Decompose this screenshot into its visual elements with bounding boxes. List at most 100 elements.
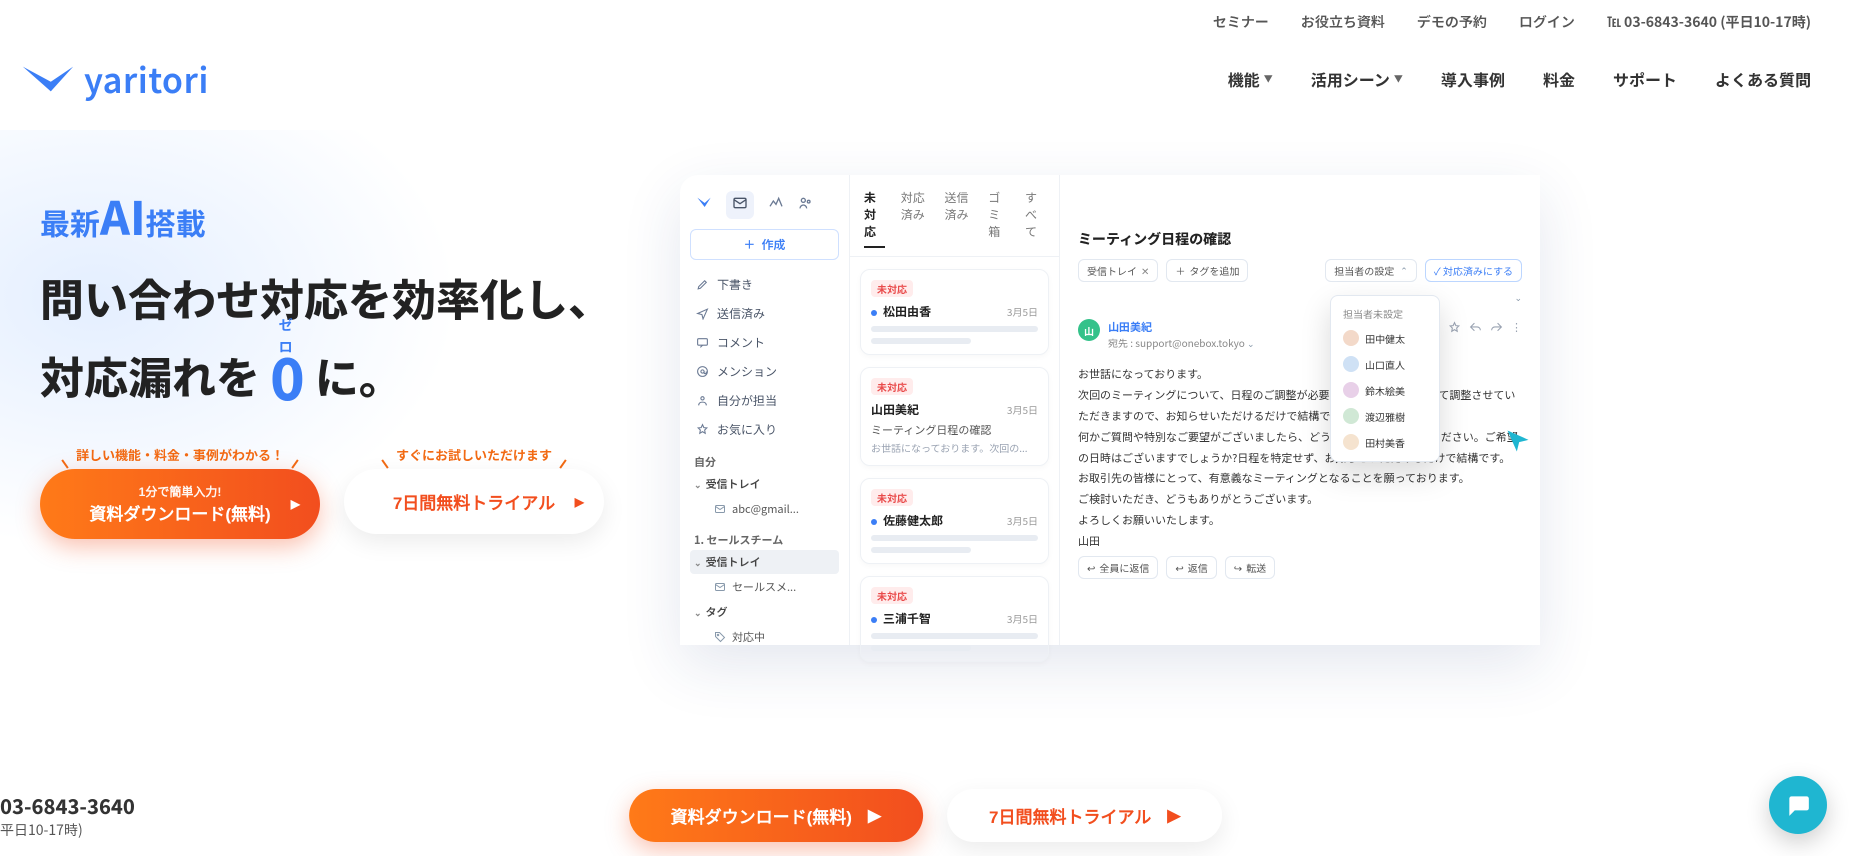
side-team-email[interactable]: セールスメ... xyxy=(710,574,839,600)
chat-icon xyxy=(1785,792,1811,818)
compose-button[interactable]: ＋作成 xyxy=(690,229,839,260)
mail-item[interactable]: 未対応 松田由香3月5日 xyxy=(860,269,1049,355)
chevron-down-icon: ⌄ xyxy=(694,478,702,491)
close-icon[interactable]: ✕ xyxy=(1141,263,1149,278)
forward-icon[interactable] xyxy=(1490,321,1503,334)
tab-pending[interactable]: 未対応 xyxy=(864,189,885,248)
sender-avatar: 山 xyxy=(1078,319,1100,341)
mail-list: 未対応 対応済み 送信済み ゴミ箱 すべて 未対応 松田由香3月5日 未対応 山… xyxy=(850,175,1060,645)
cta-hint-trial: すぐにお試しいただけます xyxy=(396,445,552,464)
nav-faq[interactable]: よくある質問 xyxy=(1715,67,1811,91)
star-icon xyxy=(696,423,709,436)
dropdown-header: 担当者未設定 xyxy=(1337,302,1433,325)
nav-seminar[interactable]: セミナー xyxy=(1213,12,1269,32)
chevron-down-icon: ▼ xyxy=(1394,72,1403,85)
assignee-option[interactable]: 田村美香 xyxy=(1337,429,1433,455)
chevron-down-icon: ⌄ xyxy=(694,606,702,619)
mail-item[interactable]: 未対応 山田美紀3月5日 ミーティング日程の確認 お世話になっております。次回の… xyxy=(860,367,1049,466)
hero-badge: 最新AI搭載 xyxy=(40,183,640,249)
detail-tag-inbox[interactable]: 受信トレイ✕ xyxy=(1078,259,1158,282)
side-comments[interactable]: コメント xyxy=(690,328,839,357)
detail-subject: ミーティング日程の確認 xyxy=(1078,229,1522,249)
detail-add-tag[interactable]: ＋ タグを追加 xyxy=(1166,259,1248,282)
chevron-down-icon[interactable]: ⌄ xyxy=(1514,291,1522,304)
nav-support[interactable]: サポート xyxy=(1613,67,1677,91)
app-sidebar: ＋作成 下書き 送信済み コメント メンション 自分が担当 お気に入り 自分 ⌄… xyxy=(680,175,850,645)
side-drafts[interactable]: 下書き xyxy=(690,270,839,299)
header: yaritori 機能▼ 活用シーン▼ 導入事例 料金 サポート よくある質問 xyxy=(0,32,1851,123)
reply-all-button[interactable]: ↩ 全員に返信 xyxy=(1078,556,1158,579)
cta-hint-download: 詳しい機能・料金・事例がわかる！ xyxy=(76,445,284,464)
side-mentions[interactable]: メンション xyxy=(690,357,839,386)
side-team-inbox[interactable]: ⌄受信トレイ xyxy=(690,550,839,574)
tag-icon xyxy=(714,631,726,643)
reply-button[interactable]: ↩ 返信 xyxy=(1166,556,1216,579)
floating-cta-bar: 資料ダウンロード(無料)▶ 7日間無料トライアル▶ xyxy=(629,789,1223,842)
more-icon[interactable]: ⋮ xyxy=(1511,319,1522,335)
mail-icon xyxy=(714,503,726,515)
floating-download-button[interactable]: 資料ダウンロード(無料)▶ xyxy=(629,789,923,842)
cursor-icon xyxy=(1504,427,1532,455)
assignee-dropdown: 担当者未設定 田中健太 山口直人 鈴木絵美 渡辺雅樹 田村美香 xyxy=(1330,295,1440,462)
forward-button[interactable]: ↪ 転送 xyxy=(1225,556,1275,579)
floating-trial-button[interactable]: 7日間無料トライアル▶ xyxy=(947,789,1222,842)
assignee-option[interactable]: 渡辺雅樹 xyxy=(1337,403,1433,429)
side-favorites[interactable]: お気に入り xyxy=(690,415,839,444)
assignee-option[interactable]: 山口直人 xyxy=(1337,351,1433,377)
hero-headline: 問い合わせ対応を効率化し、 対応漏れを ゼロ0 に。 xyxy=(40,263,640,421)
mail-icon xyxy=(714,581,726,593)
side-sent[interactable]: 送信済み xyxy=(690,299,839,328)
brand-name: yaritori xyxy=(84,54,209,103)
nav-tel: ℡ 03-6843-3640 (平日10-17時) xyxy=(1607,12,1811,32)
tab-all[interactable]: すべて xyxy=(1025,189,1045,248)
assignee-dropdown-button[interactable]: 担当者の設定⌃ xyxy=(1325,259,1417,282)
mail-icon[interactable] xyxy=(726,191,754,219)
reply-icon[interactable] xyxy=(1469,321,1482,334)
arrow-right-icon: ▶ xyxy=(291,497,300,511)
people-icon[interactable] xyxy=(798,195,814,215)
free-trial-button[interactable]: 7日間無料トライアル ▶ xyxy=(344,469,604,534)
side-self-inbox[interactable]: ⌄受信トレイ xyxy=(690,472,839,496)
chevron-up-icon: ⌃ xyxy=(1400,264,1408,277)
nav-scenes[interactable]: 活用シーン▼ xyxy=(1311,67,1403,91)
chevron-down-icon[interactable]: ⌄ xyxy=(1247,337,1255,350)
nav-resources[interactable]: お役立ち資料 xyxy=(1301,12,1385,32)
side-self-email[interactable]: abc@gmail... xyxy=(710,496,839,522)
mail-item[interactable]: 未対応 三浦千智3月5日 xyxy=(860,576,1049,662)
side-team-label: 1. セールスチーム xyxy=(694,532,839,548)
analytics-icon[interactable] xyxy=(768,195,784,215)
brand-logo[interactable]: yaritori xyxy=(20,54,209,103)
assignee-option[interactable]: 鈴木絵美 xyxy=(1337,377,1433,403)
utility-nav: セミナー お役立ち資料 デモの予約 ログイン ℡ 03-6843-3640 (平… xyxy=(0,0,1851,32)
nav-login[interactable]: ログイン xyxy=(1519,12,1575,32)
assignee-option[interactable]: 田中健太 xyxy=(1337,325,1433,351)
side-mine[interactable]: 自分が担当 xyxy=(690,386,839,415)
arrow-right-icon: ▶ xyxy=(868,806,881,826)
detail-from: 山田美紀 xyxy=(1108,319,1255,335)
mark-done-button[interactable]: ✓ 対応済みにする xyxy=(1425,259,1522,282)
tab-sent[interactable]: 送信済み xyxy=(944,189,972,248)
mail-item[interactable]: 未対応 佐藤健太郎3月5日 xyxy=(860,478,1049,564)
side-tags[interactable]: ⌄タグ xyxy=(690,600,839,624)
chat-widget-button[interactable] xyxy=(1769,776,1827,834)
side-section-self: 自分 xyxy=(694,454,839,470)
tab-trash[interactable]: ゴミ箱 xyxy=(988,189,1009,248)
send-icon xyxy=(696,307,709,320)
mail-tabs: 未対応 対応済み 送信済み ゴミ箱 すべて xyxy=(850,175,1059,257)
chevron-down-icon: ▼ xyxy=(1264,72,1273,85)
nav-demo[interactable]: デモの予約 xyxy=(1417,12,1487,32)
detail-to: 宛先 : support@onebox.tokyo ⌄ xyxy=(1108,335,1255,350)
status-chip: 未対応 xyxy=(871,587,913,604)
mail-detail: ミーティング日程の確認 受信トレイ✕ ＋ タグを追加 担当者の設定⌃ ✓ 対応済… xyxy=(1060,175,1540,645)
nav-pricing[interactable]: 料金 xyxy=(1543,67,1575,91)
download-docs-button[interactable]: 1分で簡単入力! 資料ダウンロード(無料) ▶ xyxy=(40,469,320,539)
nav-features[interactable]: 機能▼ xyxy=(1228,67,1273,91)
tab-done[interactable]: 対応済み xyxy=(901,189,929,248)
side-tag-item[interactable]: 対応中 xyxy=(710,624,839,650)
main-nav: 機能▼ 活用シーン▼ 導入事例 料金 サポート よくある質問 xyxy=(1228,67,1811,91)
comment-icon xyxy=(696,336,709,349)
app-screenshot: ＋作成 下書き 送信済み コメント メンション 自分が担当 お気に入り 自分 ⌄… xyxy=(680,175,1540,645)
nav-cases[interactable]: 導入事例 xyxy=(1441,67,1505,91)
status-chip: 未対応 xyxy=(871,489,913,506)
star-icon[interactable] xyxy=(1448,321,1461,334)
